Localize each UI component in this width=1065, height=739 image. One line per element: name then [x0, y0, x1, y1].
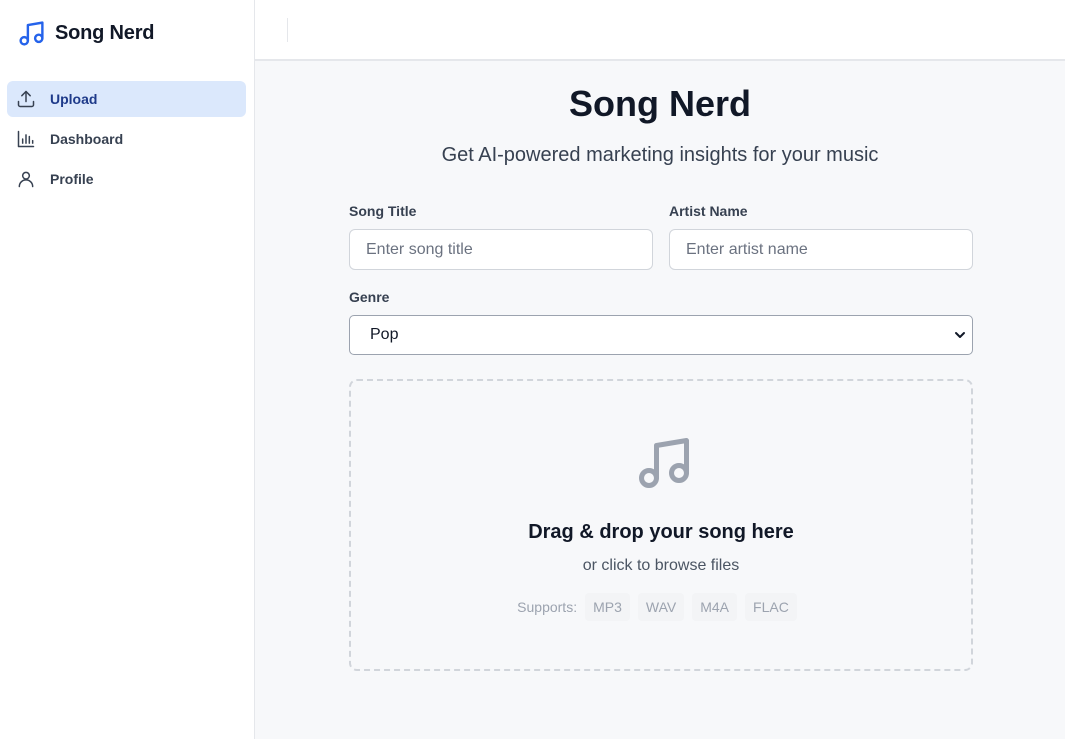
song-title-label: Song Title [349, 203, 417, 219]
song-title-input[interactable] [349, 229, 653, 270]
sidebar-item-label: Profile [50, 171, 94, 187]
dropzone-subtitle: or click to browse files [582, 557, 740, 574]
topbar-divider [287, 18, 288, 42]
format-tag-m4a: M4A [692, 593, 738, 621]
supported-formats: Supports: MP3 WAV M4A FLAC [351, 593, 971, 621]
genre-selected-value: Pop [370, 326, 399, 343]
music-note-icon [19, 21, 44, 46]
top-bar [255, 0, 1065, 61]
artist-name-label: Artist Name [669, 203, 748, 219]
genre-select[interactable]: Pop [349, 315, 973, 355]
main-content: Song Nerd Get AI-powered marketing insig… [255, 61, 1065, 739]
sidebar-nav: Upload Dashboard Profile [7, 81, 246, 201]
sidebar-item-label: Upload [50, 91, 98, 107]
artist-name-input[interactable] [669, 229, 973, 270]
chevron-down-icon [955, 332, 965, 338]
dropzone-title: Drag & drop your song here [528, 521, 794, 543]
sidebar-item-profile[interactable]: Profile [7, 161, 246, 197]
bar-chart-icon [17, 130, 35, 148]
supports-label: Supports: [517, 599, 578, 615]
format-tag-flac: FLAC [745, 593, 797, 621]
upload-icon [17, 90, 35, 108]
song-dropzone[interactable]: Drag & drop your song here or click to b… [349, 379, 973, 671]
page-title: Song Nerd [568, 83, 751, 124]
music-note-icon [639, 438, 689, 488]
sidebar-item-upload[interactable]: Upload [7, 81, 246, 117]
sidebar-item-dashboard[interactable]: Dashboard [7, 121, 246, 157]
sidebar: Song Nerd Upload Dashboard Profile [0, 0, 255, 739]
format-tag-wav: WAV [637, 593, 685, 621]
brand[interactable]: Song Nerd [17, 19, 155, 48]
sidebar-item-label: Dashboard [50, 131, 124, 147]
user-icon [18, 171, 34, 188]
app-name: Song Nerd [55, 22, 155, 44]
format-tag-mp3: MP3 [585, 593, 630, 621]
genre-label: Genre [349, 289, 390, 305]
page-subtitle: Get AI-powered marketing insights for yo… [441, 144, 879, 166]
